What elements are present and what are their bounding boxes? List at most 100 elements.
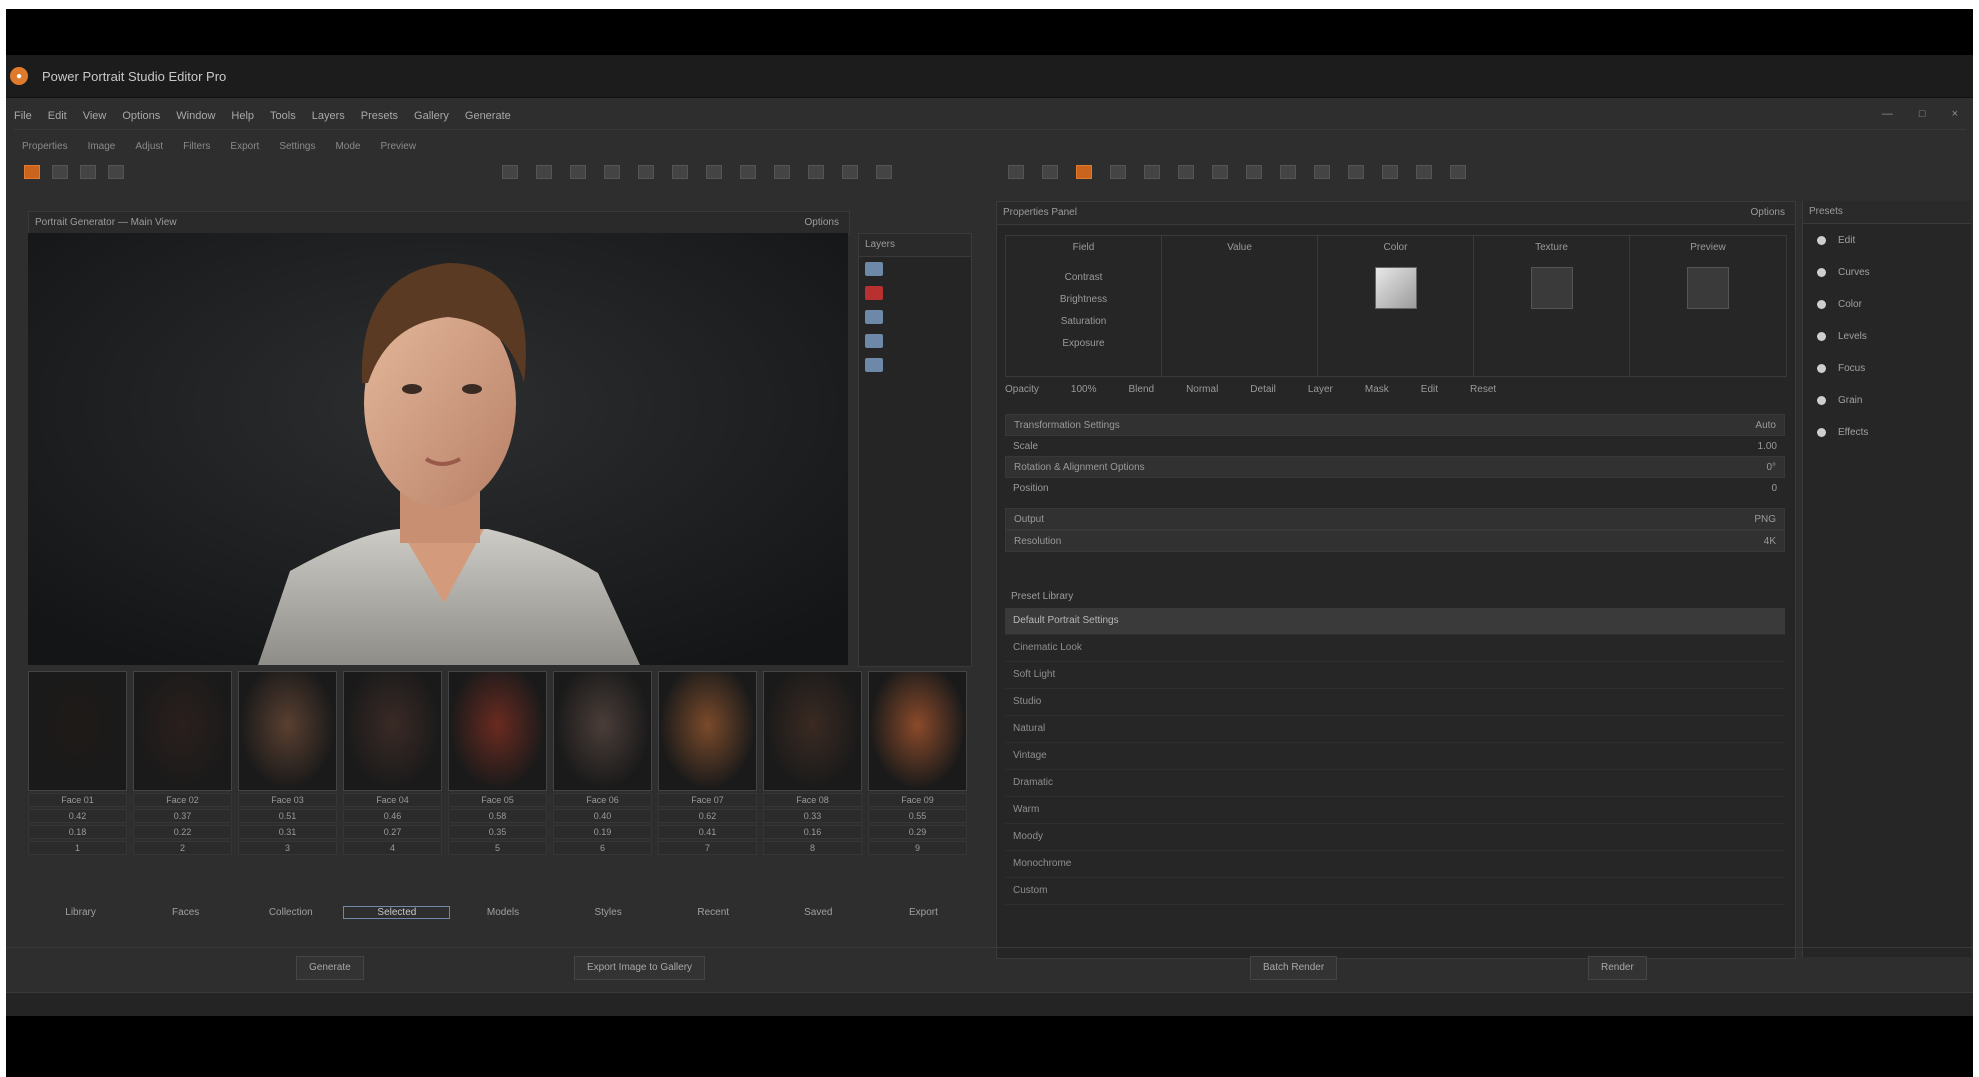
bold-icon[interactable] [1110,165,1126,179]
preset-item[interactable]: Dramatic [1005,770,1785,797]
menu-item-window[interactable]: Window [176,110,215,122]
preset-item[interactable]: Natural [1005,716,1785,743]
viewer-options-button[interactable]: Options [805,212,839,234]
right-panel-row[interactable]: Grain [1803,384,1971,416]
mask-icon[interactable] [1382,165,1398,179]
maximize-icon[interactable]: □ [1919,108,1926,120]
layer-row[interactable] [859,281,971,305]
thumbnail-card[interactable]: Face 01 0.42 0.18 1 [28,671,127,877]
preset-item[interactable]: Monochrome [1005,851,1785,878]
radio-icon[interactable] [1817,331,1826,341]
batch-render-button[interactable]: Batch Render [1250,956,1338,980]
setting-row[interactable]: Resolution 4K [1005,530,1785,552]
tab-collection[interactable]: Collection [238,907,343,918]
layers-icon[interactable] [1348,165,1364,179]
menu-item-help[interactable]: Help [231,110,254,122]
radio-icon[interactable] [1817,363,1826,373]
thumbnail-card[interactable]: Face 05 0.58 0.35 5 [448,671,547,877]
rotate-icon[interactable] [638,165,654,179]
menu-item-presets[interactable]: Presets [361,110,398,122]
thumbnail-card[interactable]: Face 08 0.33 0.16 8 [763,671,862,877]
square-tool-icon[interactable] [1178,165,1194,179]
tool-grid-icon[interactable] [80,165,96,179]
right-panel-row[interactable]: Levels [1803,320,1971,352]
render-button[interactable]: Render [1588,956,1647,980]
radio-icon[interactable] [1817,299,1826,309]
thumbnail-card[interactable]: Face 02 0.37 0.22 2 [133,671,232,877]
eraser-icon[interactable] [740,165,756,179]
preset-item[interactable]: Vintage [1005,743,1785,770]
tab-settings[interactable]: Settings [279,141,315,152]
thumbnail-card[interactable]: Face 04 0.46 0.27 4 [343,671,442,877]
preset-item[interactable]: Default Portrait Settings [1005,608,1785,635]
eyedropper-icon[interactable] [1280,165,1296,179]
tool-frame-icon[interactable] [52,165,68,179]
tab-mode[interactable]: Mode [335,141,360,152]
tab-styles[interactable]: Styles [556,907,661,918]
color-swatch[interactable] [1374,267,1417,309]
footer-reset[interactable]: Reset [1470,384,1496,395]
setting-row[interactable]: Transformation Settings Auto [1005,414,1785,436]
thumbnail-image[interactable] [343,671,442,791]
footer-opacity-value[interactable]: 100% [1071,384,1097,395]
thumbnail-image[interactable] [553,671,652,791]
minimize-icon[interactable]: — [1882,108,1893,120]
layer-row[interactable] [859,257,971,281]
thumbnail-image[interactable] [133,671,232,791]
tab-models[interactable]: Models [450,907,555,918]
tab-preview[interactable]: Preview [380,141,416,152]
right-panel-row[interactable]: Color [1803,288,1971,320]
properties-options-button[interactable]: Options [1751,202,1785,224]
text-tool-icon[interactable] [1246,165,1262,179]
list-view-icon[interactable] [1042,165,1058,179]
flip-icon[interactable] [672,165,688,179]
pan-icon[interactable] [570,165,586,179]
histogram-icon[interactable] [1314,165,1330,179]
footer-edit[interactable]: Edit [1421,384,1438,395]
radio-icon[interactable] [1817,235,1826,245]
menu-item-view[interactable]: View [83,110,107,122]
radio-icon[interactable] [1817,427,1826,437]
setting-row[interactable]: Output PNG [1005,508,1785,530]
menu-item-gallery[interactable]: Gallery [414,110,449,122]
radio-icon[interactable] [1817,267,1826,277]
zoom-in-icon[interactable] [502,165,518,179]
circle-tool-icon[interactable] [1144,165,1160,179]
tab-adjust[interactable]: Adjust [135,141,163,152]
compare-icon[interactable] [842,165,858,179]
brush-icon[interactable] [706,165,722,179]
right-panel-row[interactable]: Focus [1803,352,1971,384]
right-panel-row[interactable]: Effects [1803,416,1971,448]
thumbnail-image[interactable] [28,671,127,791]
thumbnail-card[interactable]: Face 06 0.40 0.19 6 [553,671,652,877]
thumbnail-image[interactable] [448,671,547,791]
undo-icon[interactable] [774,165,790,179]
thumbnail-image[interactable] [238,671,337,791]
close-icon[interactable]: × [1952,108,1958,120]
texture-swatch[interactable] [1530,267,1573,309]
crop-icon[interactable] [604,165,620,179]
right-panel-row[interactable]: Edit [1803,224,1971,256]
right-panel-row[interactable]: Curves [1803,256,1971,288]
tab-image[interactable]: Image [88,141,116,152]
filter-icon[interactable] [1416,165,1432,179]
preset-item[interactable]: Custom [1005,878,1785,905]
tab-export[interactable]: Export [230,141,259,152]
zoom-out-icon[interactable] [536,165,552,179]
thumbnail-card[interactable]: Face 07 0.62 0.41 7 [658,671,757,877]
tab-library[interactable]: Library [28,907,133,918]
layer-row[interactable] [859,305,971,329]
thumbnail-card[interactable]: Face 03 0.51 0.31 3 [238,671,337,877]
thumbnail-card[interactable]: Face 09 0.55 0.29 9 [868,671,967,877]
generate-button[interactable]: Generate [296,956,364,980]
menu-item-tools[interactable]: Tools [270,110,296,122]
fullscreen-icon[interactable] [876,165,892,179]
tool-select-icon[interactable] [24,165,40,179]
export-to-gallery-button[interactable]: Export Image to Gallery [574,956,706,980]
thumbnail-image[interactable] [763,671,862,791]
tab-export[interactable]: Export [871,907,976,918]
preset-item[interactable]: Studio [1005,689,1785,716]
setting-row[interactable]: Scale 1.00 [1005,436,1785,456]
tab-properties[interactable]: Properties [22,141,68,152]
thumbnail-image[interactable] [868,671,967,791]
